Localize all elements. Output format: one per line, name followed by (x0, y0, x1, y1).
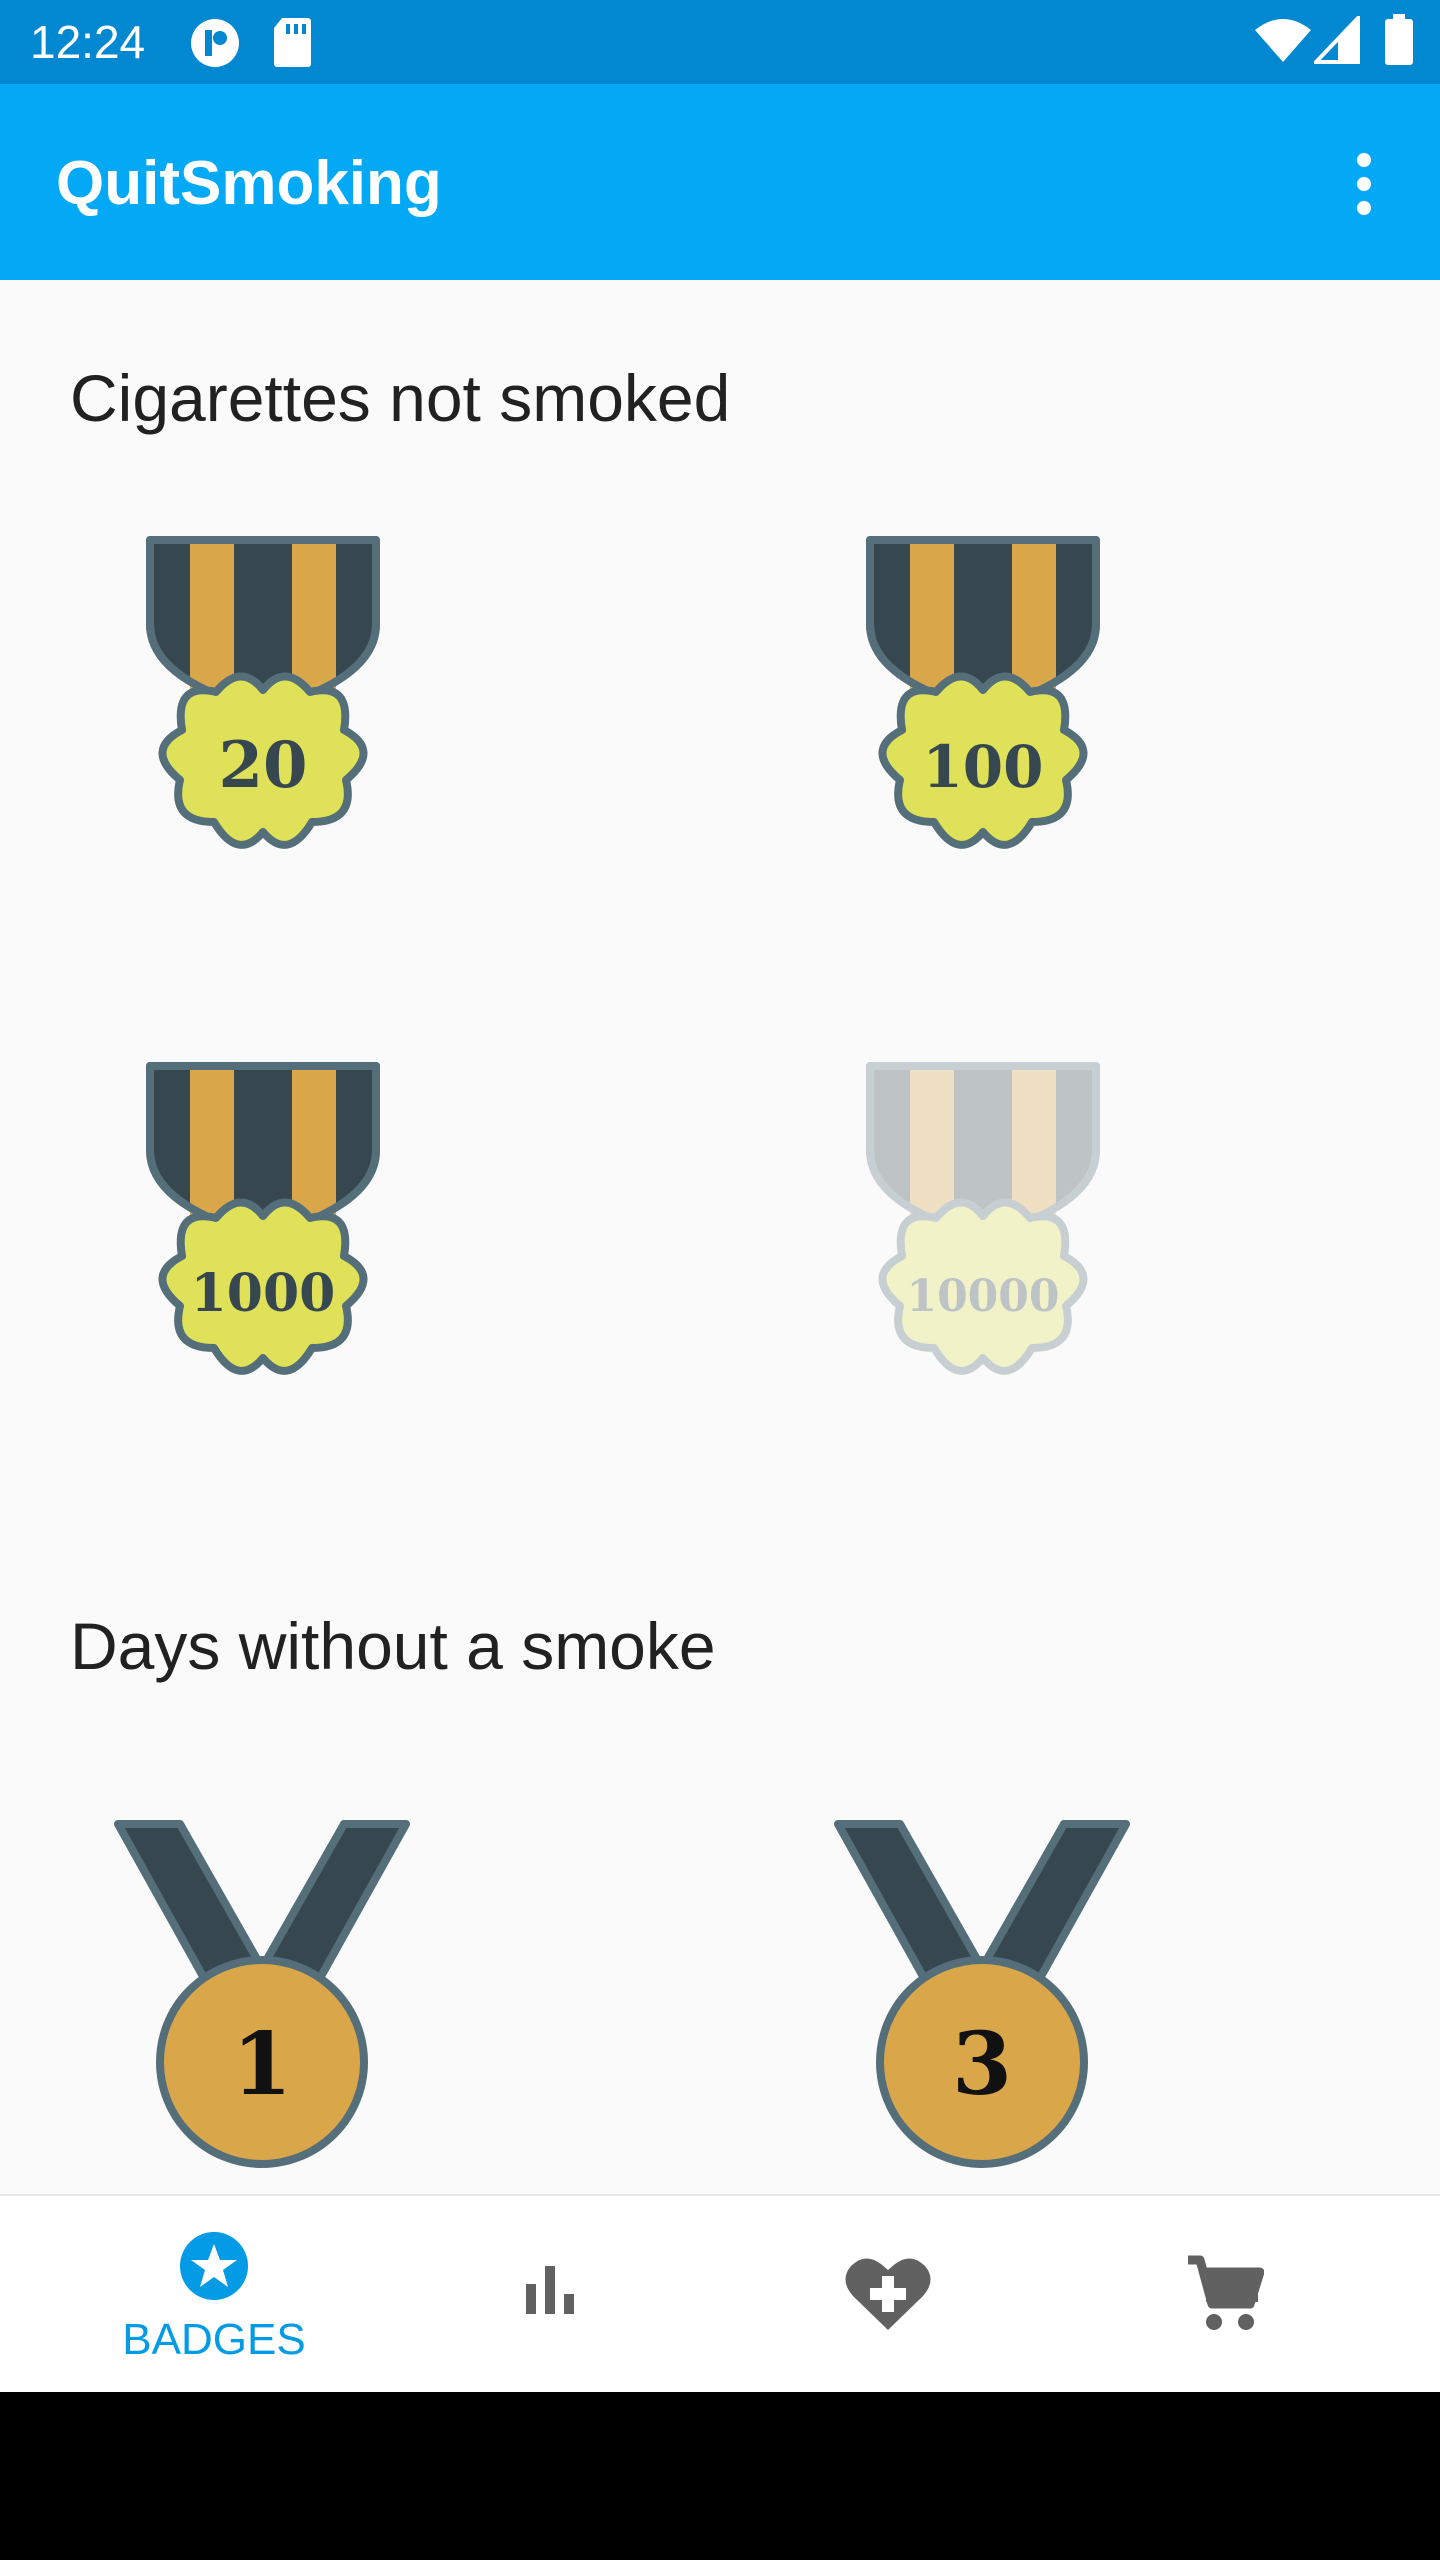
media-icon (188, 16, 242, 74)
status-time: 12:24 (30, 16, 146, 68)
more-vert-icon[interactable] (1334, 146, 1394, 222)
sd-card-icon (272, 16, 312, 72)
system-navigation-bar (0, 2392, 1440, 2560)
nav-label-badges: BADGES (122, 2315, 306, 2364)
badge-cigarettes-100[interactable]: 100 (860, 532, 1110, 926)
section-title-days: Days without a smoke (70, 1609, 716, 1683)
section-title-cigarettes: Cigarettes not smoked (70, 361, 731, 435)
status-bar: 12:24 (0, 0, 1440, 84)
badge-label: 1000 (191, 1263, 336, 1324)
cell-signal-icon (1311, 13, 1360, 68)
badge-days-3[interactable]: 3 (830, 1818, 1140, 2198)
badge-label: 10000 (906, 1271, 1059, 1322)
battery-icon (1384, 14, 1414, 70)
nav-item-health[interactable] (738, 2196, 1038, 2394)
star-badge-icon (178, 2230, 250, 2306)
nav-item-statistics[interactable] (400, 2196, 700, 2394)
heart-plus-icon (843, 2254, 933, 2338)
badge-label: 100 (922, 733, 1043, 801)
badge-label: 20 (218, 728, 307, 803)
shopping-cart-icon (1184, 2254, 1265, 2338)
nav-item-badges[interactable]: BADGES (64, 2196, 364, 2394)
bottom-navigation: BADGES (0, 2194, 1440, 2394)
badge-cigarettes-1000[interactable]: 1000 (140, 1058, 390, 1452)
app-title: QuitSmoking (56, 149, 442, 218)
badge-label: 1 (232, 2014, 292, 2115)
badge-days-1[interactable]: 1 (110, 1818, 420, 2198)
badge-cigarettes-20[interactable]: 20 (140, 532, 390, 926)
wifi-icon (1254, 18, 1312, 68)
nav-item-shop[interactable] (1074, 2196, 1374, 2394)
badge-label: 3 (952, 2014, 1012, 2115)
app-bar: QuitSmoking (0, 84, 1440, 280)
bar-chart-icon (522, 2262, 578, 2322)
badge-cigarettes-10000-locked[interactable]: 10000 (860, 1058, 1110, 1452)
